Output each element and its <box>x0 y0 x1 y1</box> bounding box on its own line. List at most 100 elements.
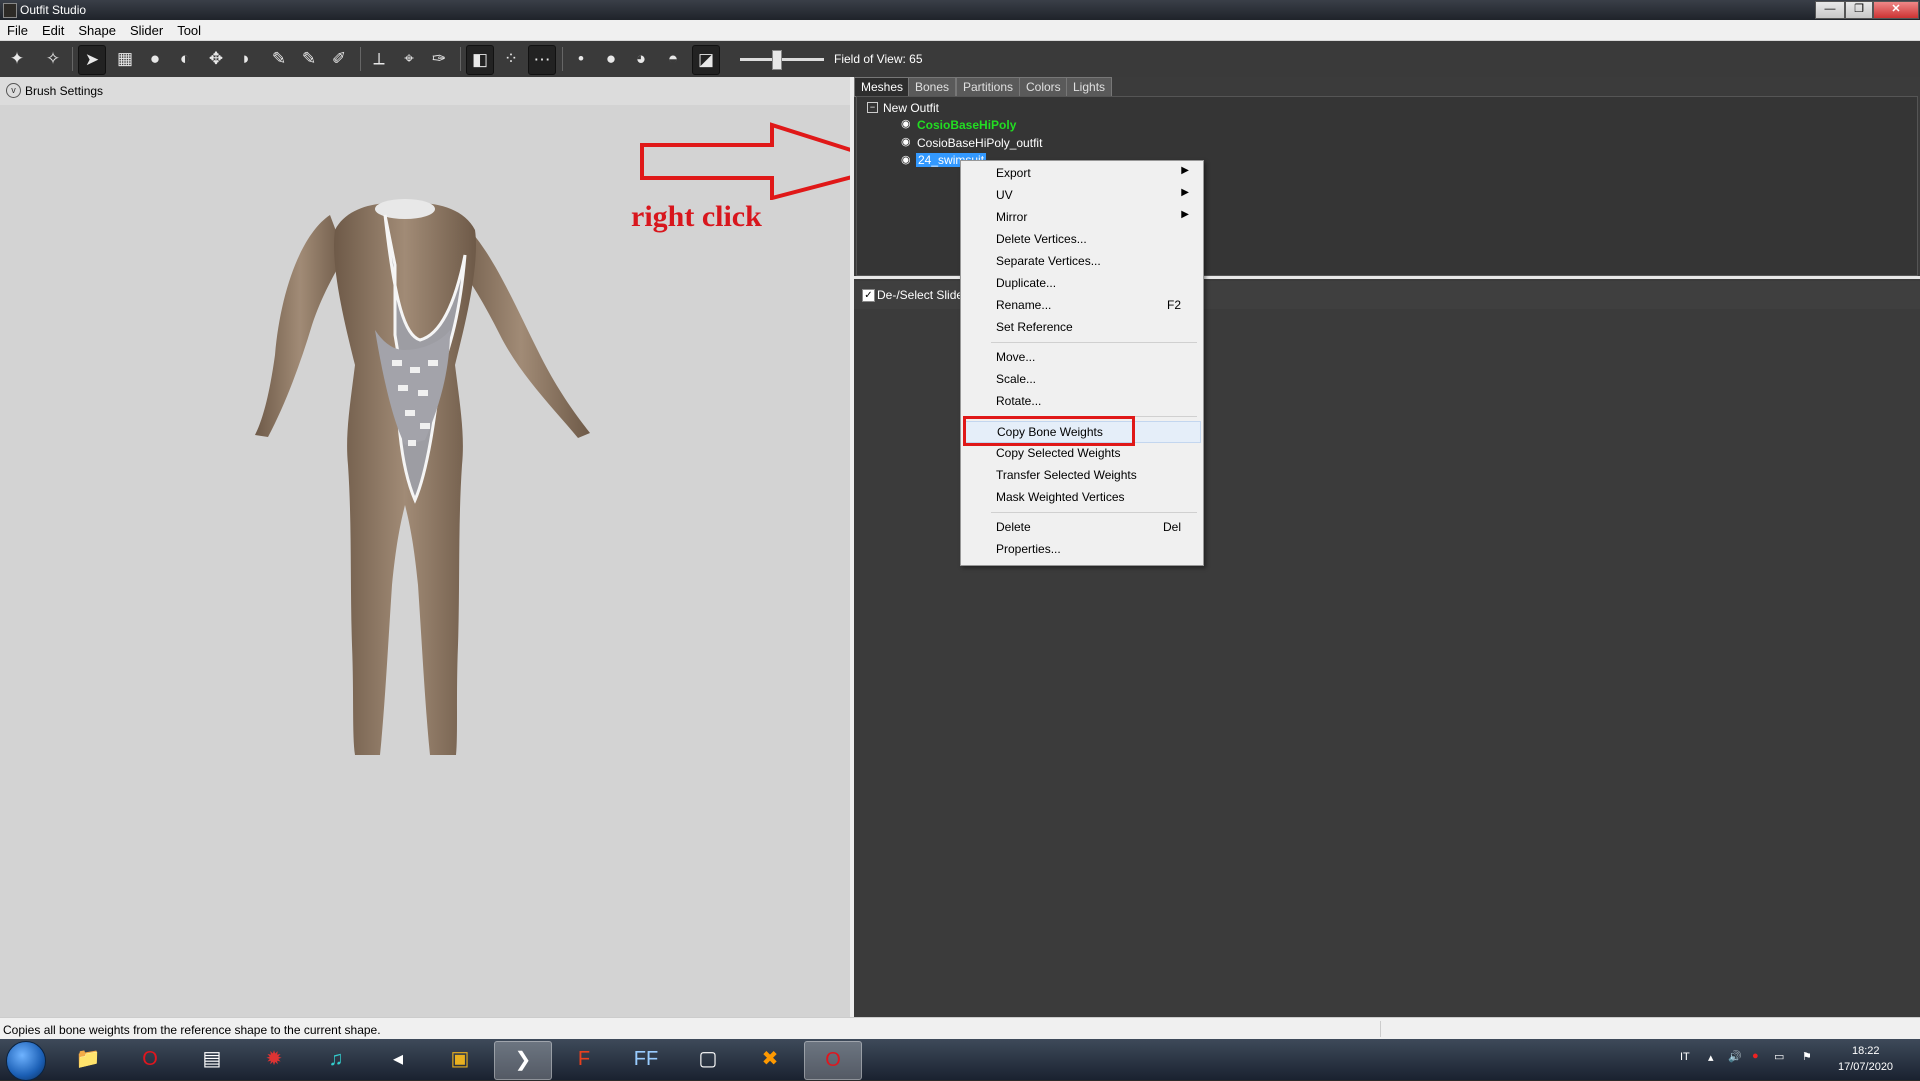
tree-item-cosiobasehipoly-outfit[interactable]: CosioBaseHiPoly_outfit <box>917 136 1042 150</box>
select-sliders-checkbox[interactable]: ✓ <box>862 289 875 302</box>
show-points-icon[interactable]: • <box>568 45 594 73</box>
window-app-icon[interactable]: ▢ <box>680 1041 736 1078</box>
menu-item-export[interactable]: Export ▶ <box>963 163 1199 183</box>
explorer-icon[interactable]: 📁 <box>60 1041 116 1078</box>
global-brush-icon[interactable]: ⋯ <box>528 45 556 75</box>
outfit-studio-taskbar-icon[interactable]: ❯ <box>494 1041 552 1080</box>
collapse-vertex-icon[interactable]: ⟂ <box>366 45 392 73</box>
close-button[interactable]: ✕ <box>1873 1 1919 19</box>
select-tool-icon[interactable]: ➤ <box>78 45 106 75</box>
yellow-app-icon[interactable]: ▣ <box>432 1041 488 1078</box>
smooth-brush-icon[interactable]: ◗ <box>233 45 259 73</box>
network-icon[interactable]: ▭ <box>1774 1050 1784 1063</box>
menu-item-label: Set Reference <box>996 320 1073 334</box>
flip-edge-icon[interactable]: ⌖ <box>396 45 422 73</box>
connected-only-icon[interactable]: ⁘ <box>498 45 524 73</box>
opera-active-icon[interactable]: O <box>804 1041 862 1080</box>
status-text: Copies all bone weights from the referen… <box>3 1023 381 1037</box>
select-sliders-label: De-/Select Sliders <box>877 288 974 302</box>
menu-item-duplicate[interactable]: Duplicate... <box>963 273 1199 293</box>
taskbar: 📁 O ▤ ✹ ♫ ◂ ▣ ❯ F FF ▢ ✖ O IT ▴ 🔊 ● ▭ ⚑ … <box>0 1039 1920 1080</box>
tab-colors[interactable]: Colors <box>1019 77 1068 97</box>
x-mirror-icon[interactable]: ◧ <box>466 45 494 75</box>
menu-file[interactable]: File <box>0 20 35 38</box>
fov-slider-thumb[interactable] <box>772 50 782 70</box>
minimize-button[interactable]: — <box>1815 1 1845 19</box>
menu-item-delete[interactable]: Delete Del <box>963 517 1199 537</box>
menu-item-delete-vertices[interactable]: Delete Vertices... <box>963 229 1199 249</box>
tab-partitions[interactable]: Partitions <box>956 77 1021 97</box>
chevron-down-icon[interactable]: v <box>6 83 21 98</box>
toolbar-separator <box>562 47 563 71</box>
menu-slider[interactable]: Slider <box>123 20 170 38</box>
deflate-brush-icon[interactable]: ◐ <box>172 45 198 73</box>
menu-item-label: Mirror <box>996 210 1028 224</box>
tray-expand-icon[interactable]: ▴ <box>1708 1051 1714 1064</box>
tab-meshes[interactable]: Meshes <box>854 77 911 97</box>
brush-settings-header[interactable]: v Brush Settings <box>0 77 850 105</box>
menu-item-mask-weighted-vertices[interactable]: Mask Weighted Vertices <box>963 487 1199 507</box>
m-tray-icon[interactable]: ● <box>1752 1050 1759 1062</box>
lighting-icon[interactable]: ◕ <box>628 45 654 73</box>
eye-icon[interactable]: ◉ <box>901 137 914 148</box>
clock-time[interactable]: 18:22 <box>1852 1045 1880 1057</box>
mask-brush-icon[interactable]: ▦ <box>112 45 138 73</box>
menu-item-label: Mask Weighted Vertices <box>996 490 1125 504</box>
3d-viewport[interactable]: right click <box>0 105 900 1017</box>
menu-item-rotate[interactable]: Rotate... <box>963 391 1199 411</box>
menu-item-transfer-selected-weights[interactable]: Transfer Selected Weights <box>963 465 1199 485</box>
language-indicator[interactable]: IT <box>1680 1051 1690 1063</box>
tab-lights[interactable]: Lights <box>1066 77 1113 97</box>
tree-root-label[interactable]: New Outfit <box>883 101 939 115</box>
ff-app-icon[interactable]: FF <box>618 1041 674 1078</box>
menu-item-label: Rotate... <box>996 394 1042 408</box>
menu-item-scale[interactable]: Scale... <box>963 369 1199 389</box>
move-brush-icon[interactable]: ✥ <box>203 45 229 73</box>
load-project-icon[interactable]: ✦ <box>4 45 30 73</box>
menu-item-properties[interactable]: Properties... <box>963 539 1199 559</box>
inflate-brush-icon[interactable]: ● <box>142 45 168 73</box>
red-app-icon[interactable]: ✹ <box>246 1041 302 1078</box>
flag-icon[interactable]: ⚑ <box>1802 1050 1812 1063</box>
context-menu: Export ▶ UV ▶ Mirror ▶ Delete Vertices... S… <box>960 160 1204 566</box>
f-app-icon[interactable]: F <box>556 1041 612 1078</box>
menu-item-mirror[interactable]: Mirror ▶ <box>963 207 1199 227</box>
split-edge-icon[interactable]: ✑ <box>426 45 452 73</box>
menu-edit[interactable]: Edit <box>35 20 71 38</box>
annotation-highlight-box <box>963 416 1135 446</box>
save-project-icon[interactable]: ✧ <box>40 45 66 73</box>
menu-item-copy-selected-weights[interactable]: Copy Selected Weights <box>963 443 1199 463</box>
film-app-icon[interactable]: ▤ <box>184 1041 240 1078</box>
menu-item-rename[interactable]: Rename... F2 <box>963 295 1199 315</box>
maximize-button[interactable]: ❐ <box>1845 1 1873 19</box>
volume-icon[interactable]: 🔊 <box>1728 1050 1742 1063</box>
alpha-brush-icon[interactable]: ✐ <box>326 45 352 73</box>
toolbar-separator <box>360 47 361 71</box>
start-button[interactable] <box>6 1041 46 1081</box>
menu-item-uv[interactable]: UV ▶ <box>963 185 1199 205</box>
color-brush-icon[interactable]: ✎ <box>296 45 322 73</box>
menu-tool[interactable]: Tool <box>170 20 208 38</box>
audio-app-icon[interactable]: ◂ <box>370 1041 426 1078</box>
weight-brush-icon[interactable]: ✎ <box>266 45 292 73</box>
music-app-icon[interactable]: ♫ <box>308 1041 364 1078</box>
menu-shape[interactable]: Shape <box>71 20 123 38</box>
opera-icon[interactable]: O <box>122 1041 178 1078</box>
x-app-icon[interactable]: ✖ <box>742 1041 798 1078</box>
menu-item-label: Copy Selected Weights <box>996 446 1121 460</box>
tab-bones[interactable]: Bones <box>908 77 957 97</box>
toolbar-separator <box>460 47 461 71</box>
cube-view-icon[interactable]: ◪ <box>692 45 720 75</box>
clock-date[interactable]: 17/07/2020 <box>1838 1061 1893 1073</box>
wireframe-icon[interactable]: ● <box>598 45 624 73</box>
eye-icon[interactable]: ◉ <box>901 119 914 130</box>
menu-item-set-reference[interactable]: Set Reference <box>963 317 1199 337</box>
menu-item-separate-vertices[interactable]: Separate Vertices... <box>963 251 1199 271</box>
menu-item-move[interactable]: Move... <box>963 347 1199 367</box>
textures-icon[interactable]: ◓ <box>660 45 686 73</box>
eye-icon[interactable]: ◉ <box>901 155 914 166</box>
collapse-icon[interactable]: − <box>867 102 878 113</box>
fov-slider[interactable] <box>740 58 824 61</box>
toolbar-separator <box>72 47 73 71</box>
tree-item-cosiobasehipoly[interactable]: CosioBaseHiPoly <box>917 118 1016 132</box>
